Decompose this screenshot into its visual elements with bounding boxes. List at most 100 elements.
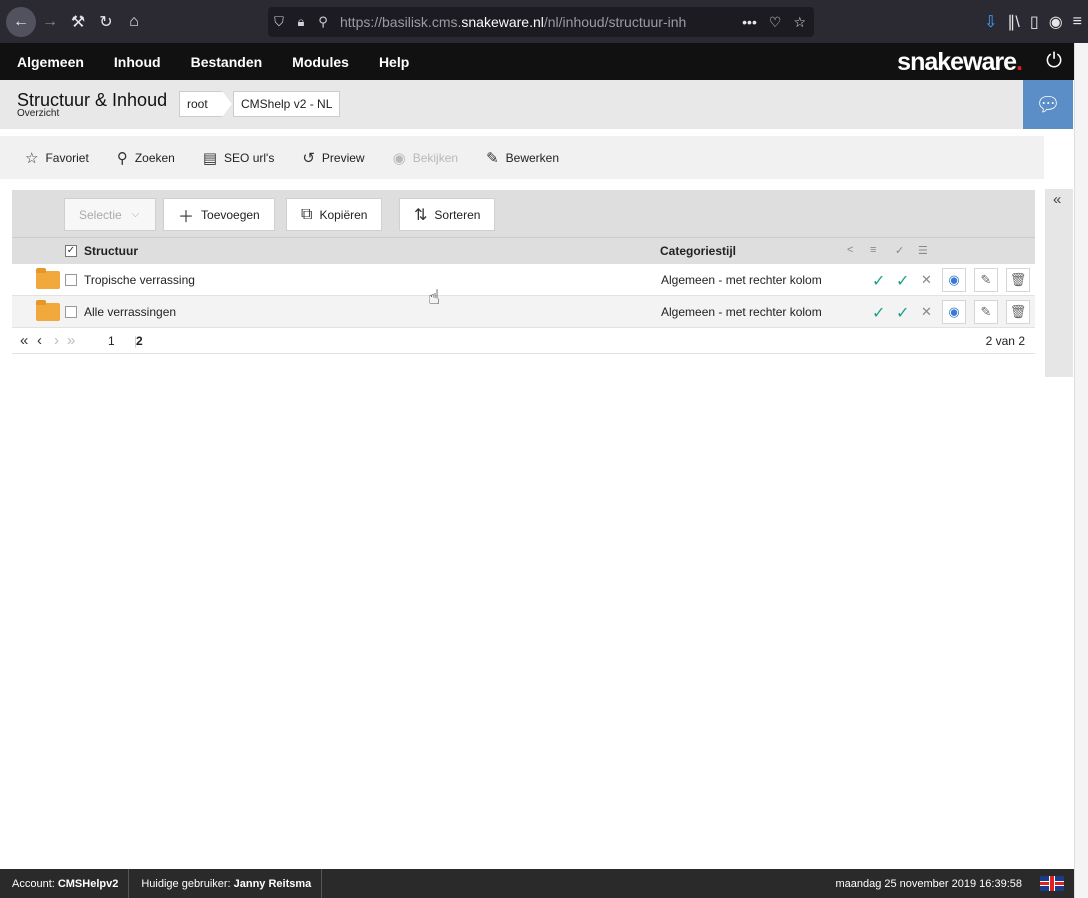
table-row[interactable]: Tropische verrassing Algemeen - met rech… xyxy=(12,264,1035,296)
share-icon: < xyxy=(847,244,854,256)
reload-icon[interactable]: ↻ xyxy=(92,8,120,36)
plus-icon: ＋ xyxy=(178,208,195,226)
status-bar: Account: CMSHelpv2 Huidige gebruiker: Jann… xyxy=(0,869,1074,898)
account-icon[interactable]: ◉ xyxy=(1049,12,1063,32)
preview-button[interactable]: ↺ Preview xyxy=(302,149,364,167)
kopieren-button[interactable]: ⧉ Kopiëren xyxy=(286,198,383,231)
nav-item-modules[interactable]: Modules xyxy=(292,54,349,70)
row-checkbox[interactable] xyxy=(65,306,77,318)
eye-icon: ◉ xyxy=(392,149,406,167)
selectie-dropdown[interactable]: Selectie ⌵ xyxy=(64,198,156,231)
lock-icon[interactable]: 🔒︎ xyxy=(290,14,312,30)
row-name[interactable]: Alle verrassingen xyxy=(84,305,176,319)
collapse-panel[interactable]: « xyxy=(1045,189,1073,377)
check-icon[interactable]: ✓ xyxy=(872,303,885,323)
view-eye-icon[interactable]: ◉ xyxy=(942,300,966,324)
browser-toolbar: ← → ⚒ ↻ ⌂ ⛉ 🔒︎ ⚲ https://basilisk.cms.sn… xyxy=(0,0,1088,43)
url-text[interactable]: https://basilisk.cms.snakeware.nl/nl/inh… xyxy=(340,14,720,30)
pencil-icon: ✎ xyxy=(486,149,499,167)
document-icon: ▤ xyxy=(202,149,218,167)
datetime: maandag 25 november 2019 16:39:58 xyxy=(835,878,1022,890)
grid-toolbar: Selectie ⌵ ＋ Toevoegen ⧉ Kopiëren ⇅ Sorteren xyxy=(12,190,1035,237)
main-navigation: Algemeen Inhoud Bestanden Modules Help s… xyxy=(0,43,1074,80)
check-icon[interactable]: ✓ xyxy=(896,271,909,291)
list-icon: ≡ xyxy=(870,244,877,256)
wrench-icon[interactable]: ⚒ xyxy=(64,8,92,36)
column-header-structuur[interactable]: Structuur xyxy=(84,244,138,258)
page-subtitle: Overzicht xyxy=(17,108,60,119)
power-icon[interactable]: ⏻ xyxy=(1034,43,1074,80)
sorteren-button[interactable]: ⇅ Sorteren xyxy=(399,198,496,231)
permissions-icon[interactable]: ⚲ xyxy=(312,14,334,30)
check-icon: ✓ xyxy=(895,245,905,257)
nav-item-algemeen[interactable]: Algemeen xyxy=(17,54,84,70)
double-chevron-left-icon[interactable]: « xyxy=(1053,191,1061,208)
grid-header: ✓ Structuur Categoriestijl < ≡ ✓ ☰ xyxy=(12,237,1035,264)
page-actions-icon[interactable]: ••• xyxy=(742,14,757,30)
view-eye-icon[interactable]: ◉ xyxy=(942,268,966,292)
prev-page-icon[interactable]: ‹ xyxy=(37,332,42,349)
check-icon[interactable]: ✓ xyxy=(872,271,885,291)
pagination: « ‹ › » 1 | 2 2 van 2 xyxy=(12,328,1035,354)
nav-item-bestanden[interactable]: Bestanden xyxy=(191,54,263,70)
check-icon[interactable]: ✓ xyxy=(896,303,909,323)
page-link-2[interactable]: 2 xyxy=(136,334,143,348)
uk-flag-icon[interactable] xyxy=(1040,876,1064,891)
page-link-1[interactable]: 1 xyxy=(108,334,115,348)
star-icon: ☆ xyxy=(25,149,39,167)
column-header-categoriestijl[interactable]: Categoriestijl xyxy=(660,244,736,258)
account-info: Account: CMSHelpv2 xyxy=(0,869,130,898)
sort-icon: ⇅ xyxy=(414,206,428,224)
cross-icon[interactable]: ✕ xyxy=(921,304,932,320)
first-page-icon[interactable]: « xyxy=(20,332,28,349)
bookmark-star-icon[interactable]: ☆ xyxy=(793,14,806,31)
menu-icon[interactable]: ≡ xyxy=(1073,13,1082,31)
chevron-down-icon: ⌵ xyxy=(131,209,140,220)
row-categoriestijl: Algemeen - met rechter kolom xyxy=(661,273,822,287)
snakeware-logo: snakeware. xyxy=(897,48,1023,76)
url-bar[interactable]: ⛉ 🔒︎ ⚲ https://basilisk.cms.snakeware.nl… xyxy=(268,7,814,37)
folder-icon xyxy=(36,268,60,289)
breadcrumb-separator xyxy=(222,91,232,117)
shield-icon[interactable]: ⛉ xyxy=(268,14,290,30)
bekijken-button[interactable]: ◉ Bekijken xyxy=(393,149,458,167)
seo-urls-button[interactable]: ▤ SEO url's xyxy=(203,149,275,167)
sidebar-icon[interactable]: ▯ xyxy=(1030,12,1039,32)
lines-icon: ☰ xyxy=(918,245,928,257)
copy-icon: ⧉ xyxy=(301,205,313,223)
toevoegen-button[interactable]: ＋ Toevoegen xyxy=(163,198,275,231)
search-icon: ⚲ xyxy=(116,149,128,167)
home-icon[interactable]: ⌂ xyxy=(120,8,148,36)
history-icon: ↺ xyxy=(302,149,315,167)
pocket-icon[interactable]: ♡ xyxy=(769,14,782,31)
next-page-icon[interactable]: › xyxy=(54,332,59,349)
breadcrumb-cmshelp[interactable]: CMShelp v2 - NL xyxy=(233,91,341,117)
row-checkbox[interactable] xyxy=(65,274,77,286)
page-header: Structuur & Inhoud Overzicht root CMShel… xyxy=(0,80,1023,129)
breadcrumb-root[interactable]: root xyxy=(179,91,223,117)
bewerken-button[interactable]: ✎ Bewerken xyxy=(486,149,559,167)
nav-item-inhoud[interactable]: Inhoud xyxy=(114,54,161,70)
row-name[interactable]: Tropische verrassing xyxy=(84,273,195,287)
trash-icon[interactable]: 🗑︎ xyxy=(1006,268,1030,292)
table-row[interactable]: Alle verrassingen Algemeen - met rechter… xyxy=(12,296,1035,328)
zoeken-button[interactable]: ⚲ Zoeken xyxy=(117,149,175,167)
favoriet-button[interactable]: ☆ Favoriet xyxy=(25,149,89,167)
edit-pencil-icon[interactable]: ✎ xyxy=(974,300,998,324)
forward-arrow-icon[interactable]: → xyxy=(36,8,64,36)
row-categoriestijl: Algemeen - met rechter kolom xyxy=(661,305,822,319)
edit-pencil-icon[interactable]: ✎ xyxy=(974,268,998,292)
page-count: 2 van 2 xyxy=(985,334,1025,348)
last-page-icon[interactable]: » xyxy=(67,332,75,349)
trash-icon[interactable]: 🗑︎ xyxy=(1006,300,1030,324)
scrollbar[interactable] xyxy=(1074,43,1088,898)
action-toolbar: ☆ Favoriet ⚲ Zoeken ▤ SEO url's ↺ Preview ◉ B… xyxy=(0,136,1044,179)
cross-icon[interactable]: ✕ xyxy=(921,272,932,288)
nav-item-help[interactable]: Help xyxy=(379,54,409,70)
current-user-info: Huidige gebruiker: Janny Reitsma xyxy=(129,869,323,898)
library-icon[interactable]: ∥\ xyxy=(1007,12,1019,32)
select-all-checkbox[interactable]: ✓ xyxy=(65,245,77,257)
chat-bubble-icon[interactable]: 💬︎ xyxy=(1023,80,1073,129)
back-arrow-icon[interactable]: ← xyxy=(6,6,36,37)
download-icon[interactable]: ⇩ xyxy=(984,12,997,32)
